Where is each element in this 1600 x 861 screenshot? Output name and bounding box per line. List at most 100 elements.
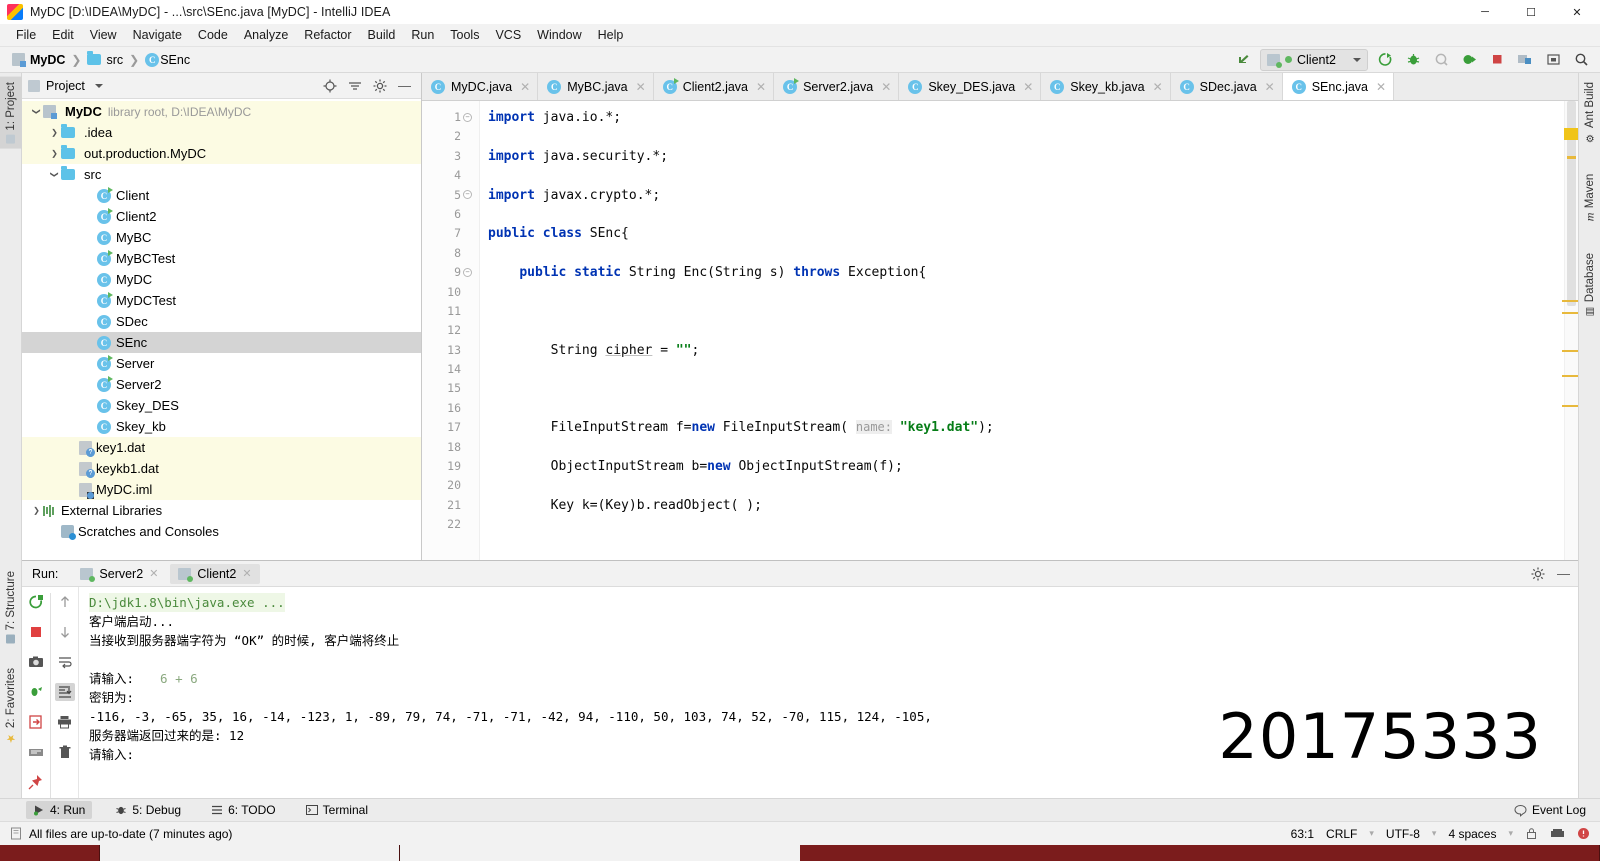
taskbar-segment[interactable] bbox=[0, 845, 100, 861]
sidebar-item-structure[interactable]: 7: Structure bbox=[0, 566, 22, 648]
sidebar-item-maven[interactable]: m Maven bbox=[1579, 169, 1600, 226]
close-icon[interactable]: ✕ bbox=[1023, 80, 1033, 94]
editor-tab-mydc-java[interactable]: C MyDC.java ✕ bbox=[422, 73, 539, 100]
tree-item-mydctest[interactable]: C MyDCTest bbox=[22, 290, 421, 311]
screenshot-icon[interactable] bbox=[26, 653, 46, 671]
coverage-icon[interactable] bbox=[1430, 49, 1452, 71]
code-line[interactable] bbox=[488, 379, 1564, 398]
menu-item-window[interactable]: Window bbox=[529, 26, 589, 44]
tree-item-skey-des[interactable]: C Skey_DES bbox=[22, 395, 421, 416]
taskbar-segment[interactable] bbox=[800, 845, 1600, 861]
close-icon[interactable]: ✕ bbox=[1265, 80, 1275, 94]
soft-wrap-icon[interactable] bbox=[55, 653, 75, 671]
tab-todo[interactable]: 6: TODO bbox=[204, 801, 283, 819]
code-line[interactable] bbox=[488, 476, 1564, 495]
fold-marker-icon[interactable]: − bbox=[463, 113, 472, 122]
rerun-icon[interactable] bbox=[26, 593, 46, 611]
code-line[interactable]: FileInputStream f=new FileInputStream( n… bbox=[488, 418, 1564, 437]
console-icon[interactable] bbox=[26, 743, 46, 761]
sidebar-item-database[interactable]: ▤ Database bbox=[1579, 248, 1600, 322]
editor-tab-senc-java[interactable]: C SEnc.java ✕ bbox=[1282, 73, 1395, 100]
close-icon[interactable]: ✕ bbox=[1153, 80, 1163, 94]
chevron-right-icon[interactable] bbox=[30, 506, 43, 515]
code-line[interactable]: Key k=(Key)b.readObject( ); bbox=[488, 496, 1564, 515]
menu-item-analyze[interactable]: Analyze bbox=[236, 26, 296, 44]
menu-item-view[interactable]: View bbox=[82, 26, 125, 44]
run-tab-server2[interactable]: Server2 ✕ bbox=[72, 564, 166, 584]
run-icon[interactable] bbox=[1374, 49, 1396, 71]
menu-item-run[interactable]: Run bbox=[403, 26, 442, 44]
tab-run[interactable]: 4: Run bbox=[26, 801, 93, 819]
editor-tab-sdec-java[interactable]: C SDec.java ✕ bbox=[1170, 73, 1283, 100]
code-line[interactable] bbox=[488, 166, 1564, 185]
menu-item-vcs[interactable]: VCS bbox=[487, 26, 529, 44]
trash-icon[interactable] bbox=[55, 743, 75, 761]
menu-item-edit[interactable]: Edit bbox=[44, 26, 82, 44]
menu-item-help[interactable]: Help bbox=[590, 26, 632, 44]
hide-icon[interactable]: — bbox=[398, 78, 411, 93]
fold-marker-icon[interactable]: − bbox=[463, 190, 472, 199]
tree-item-mydc[interactable]: C MyDC bbox=[22, 269, 421, 290]
sidebar-item-ant-build[interactable]: ⚙ Ant Build bbox=[1579, 77, 1600, 148]
code-line[interactable] bbox=[488, 205, 1564, 224]
locate-icon[interactable] bbox=[323, 79, 337, 93]
gear-icon[interactable] bbox=[1531, 567, 1545, 581]
profile-icon[interactable] bbox=[1458, 49, 1480, 71]
lock-icon[interactable] bbox=[1525, 827, 1538, 840]
settings-sync-icon[interactable] bbox=[1542, 49, 1564, 71]
menu-item-build[interactable]: Build bbox=[360, 26, 404, 44]
close-icon[interactable]: ✕ bbox=[242, 567, 251, 580]
editor-scrollbar[interactable] bbox=[1564, 101, 1578, 560]
close-icon[interactable]: ✕ bbox=[520, 80, 530, 94]
search-everywhere-icon[interactable] bbox=[1570, 49, 1592, 71]
code-line[interactable]: ObjectInputStream b=new ObjectInputStrea… bbox=[488, 457, 1564, 476]
notification-icon[interactable] bbox=[1577, 827, 1590, 840]
down-icon[interactable] bbox=[55, 623, 75, 641]
tree-item-client[interactable]: C Client bbox=[22, 185, 421, 206]
code-line[interactable] bbox=[488, 244, 1564, 263]
code-line[interactable]: String cipher = ""; bbox=[488, 341, 1564, 360]
stop-icon[interactable] bbox=[26, 623, 46, 641]
error-stripe-mark[interactable] bbox=[1567, 156, 1576, 159]
code-line[interactable] bbox=[488, 399, 1564, 418]
gear-icon[interactable] bbox=[373, 79, 387, 93]
caret-position[interactable]: 63:1 bbox=[1291, 827, 1314, 841]
collapse-all-icon[interactable] bbox=[348, 79, 362, 93]
code-line[interactable] bbox=[488, 360, 1564, 379]
sidebar-item-favorites[interactable]: ★ 2: Favorites bbox=[0, 663, 22, 750]
menu-item-file[interactable]: File bbox=[8, 26, 44, 44]
back-arrow-icon[interactable] bbox=[1232, 49, 1254, 71]
chevron-down-icon[interactable] bbox=[30, 107, 43, 116]
hide-icon[interactable]: — bbox=[1557, 566, 1570, 581]
code-line[interactable]: public static String Enc(String s) throw… bbox=[488, 263, 1564, 282]
up-icon[interactable] bbox=[55, 593, 75, 611]
tree-item-server[interactable]: C Server bbox=[22, 353, 421, 374]
chevron-right-icon[interactable] bbox=[48, 128, 61, 137]
code-line[interactable] bbox=[488, 321, 1564, 340]
maximize-button[interactable]: ☐ bbox=[1508, 0, 1554, 24]
tree-item-client2[interactable]: C Client2 bbox=[22, 206, 421, 227]
tree-item-keykb1-dat[interactable]: ?keykb1.dat bbox=[22, 458, 421, 479]
warning-stripe-icon[interactable] bbox=[1564, 128, 1578, 140]
sidebar-item-project[interactable]: 1: Project bbox=[0, 77, 22, 149]
file-encoding[interactable]: UTF-8 bbox=[1386, 827, 1420, 841]
menu-item-navigate[interactable]: Navigate bbox=[125, 26, 190, 44]
tree-item-src[interactable]: src bbox=[22, 164, 421, 185]
tree-item--idea[interactable]: .idea bbox=[22, 122, 421, 143]
export-icon[interactable] bbox=[26, 713, 46, 731]
code-line[interactable]: import java.io.*; bbox=[488, 108, 1564, 127]
tree-item-senc[interactable]: C SEnc bbox=[22, 332, 421, 353]
tree-item-server2[interactable]: C Server2 bbox=[22, 374, 421, 395]
breadcrumb-item-mydc[interactable]: MyDC bbox=[10, 53, 67, 67]
scroll-to-end-icon[interactable] bbox=[54, 683, 75, 701]
editor-tab-mybc-java[interactable]: C MyBC.java ✕ bbox=[538, 73, 654, 100]
dump-threads-icon[interactable] bbox=[26, 683, 46, 701]
chevron-right-icon[interactable] bbox=[48, 149, 61, 158]
console-user-input[interactable]: 6 + 6 bbox=[160, 671, 198, 686]
stop-icon[interactable] bbox=[1486, 49, 1508, 71]
chevron-down-icon[interactable] bbox=[94, 83, 103, 88]
console-output[interactable]: D:\jdk1.8\bin\java.exe ... 客户端启动... 当接收到服务… bbox=[78, 587, 1578, 798]
close-icon[interactable]: ✕ bbox=[149, 567, 158, 580]
tree-item-sdec[interactable]: C SDec bbox=[22, 311, 421, 332]
tree-item-external-libraries[interactable]: External Libraries bbox=[22, 500, 421, 521]
